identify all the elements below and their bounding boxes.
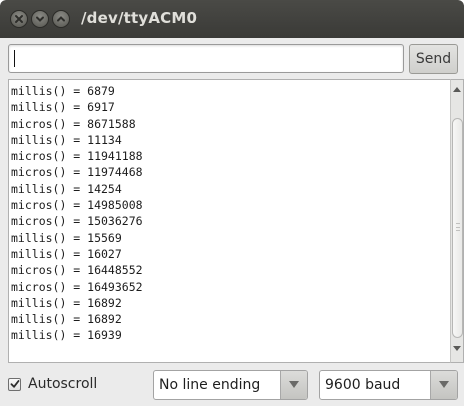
baud-rate-dropdown-arrow[interactable] [430, 371, 457, 399]
chevron-down-icon [289, 381, 299, 388]
serial-output-console[interactable]: millis() = 6879 millis() = 6917 micros()… [8, 79, 450, 363]
close-window-button[interactable] [10, 10, 28, 28]
checkmark-icon [10, 380, 19, 388]
autoscroll-label: Autoscroll [28, 376, 98, 392]
baud-rate-value: 9600 baud [325, 377, 401, 393]
console-line: micros() = 8671588 [11, 116, 136, 131]
chevron-down-icon [439, 381, 449, 388]
console-line: millis() = 16892 [11, 295, 122, 310]
console-lines: millis() = 6879 millis() = 6917 micros()… [9, 80, 450, 344]
vertical-scrollbar[interactable] [450, 79, 464, 363]
console-line: millis() = 6879 [11, 84, 115, 98]
close-icon [15, 15, 23, 23]
autoscroll-checkbox[interactable] [8, 377, 21, 391]
maximize-window-button[interactable] [52, 10, 70, 28]
scroll-grip [456, 223, 460, 231]
arrow-up-icon [453, 87, 461, 92]
serial-input-field[interactable] [8, 44, 404, 73]
scroll-up-button[interactable] [451, 86, 463, 96]
window-title: /dev/ttyACM0 [81, 9, 198, 27]
console-line: millis() = 16939 [11, 328, 122, 343]
console-line: millis() = 14254 [11, 181, 122, 196]
console-line: millis() = 16892 [11, 312, 122, 327]
scroll-thumb[interactable] [452, 118, 463, 338]
title-bar[interactable]: /dev/ttyACM0 [0, 0, 464, 38]
console-line: micros() = 11941188 [11, 149, 143, 164]
console-line: micros() = 15036276 [11, 214, 143, 229]
autoscroll-toggle[interactable]: Autoscroll [8, 376, 97, 392]
arrow-down-icon [453, 346, 461, 351]
console-line: micros() = 14985008 [11, 198, 143, 213]
line-ending-value: No line ending [159, 377, 261, 393]
console-line: millis() = 16027 [11, 246, 122, 261]
console-line: micros() = 11974468 [11, 165, 143, 180]
line-ending-dropdown[interactable]: No line ending [153, 370, 308, 400]
minimize-window-button[interactable] [31, 10, 49, 28]
console-line: micros() = 16493652 [11, 279, 143, 294]
send-button[interactable]: Send [409, 44, 458, 74]
console-line: millis() = 11134 [11, 132, 122, 147]
serial-monitor-window: /dev/ttyACM0 Send millis() = 6879 millis… [0, 0, 464, 406]
baud-rate-dropdown[interactable]: 9600 baud [319, 370, 458, 400]
console-line: millis() = 15569 [11, 230, 122, 245]
console-line: micros() = 16448552 [11, 263, 143, 278]
minimize-icon [36, 16, 44, 22]
maximize-icon [57, 16, 65, 22]
bottom-toolbar: Autoscroll No line ending 9600 baud [0, 363, 464, 406]
console-line: millis() = 6917 [11, 100, 115, 115]
line-ending-dropdown-arrow[interactable] [280, 371, 307, 399]
scroll-down-button[interactable] [451, 346, 463, 356]
text-caret [14, 50, 15, 67]
